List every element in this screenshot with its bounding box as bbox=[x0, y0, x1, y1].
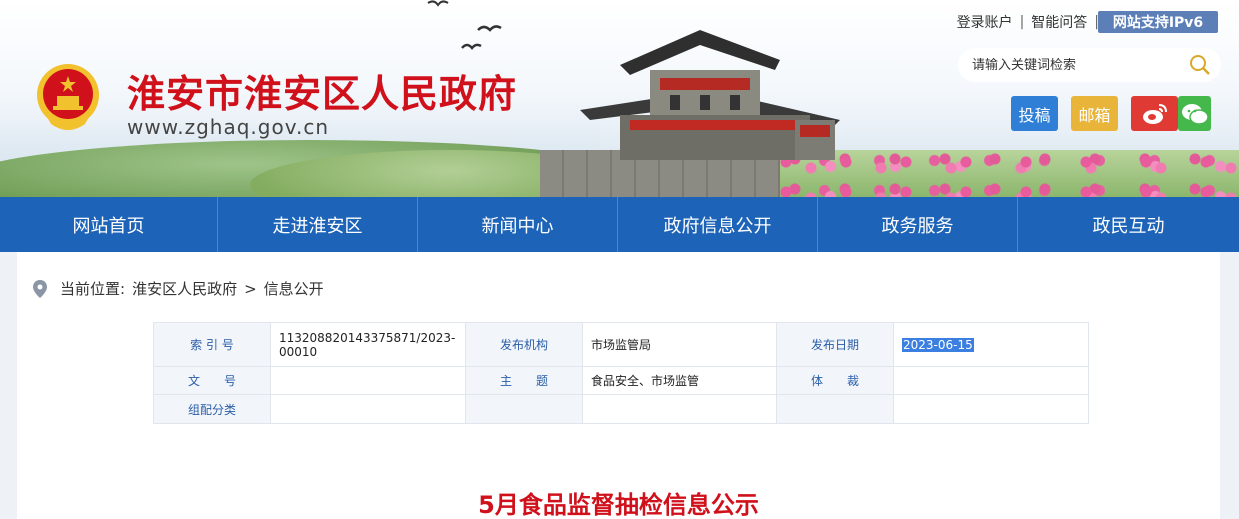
nav-services[interactable]: 政务服务 bbox=[818, 197, 1018, 252]
weibo-button[interactable] bbox=[1131, 96, 1178, 131]
publish-date-cell: 2023-06-15 bbox=[893, 322, 1089, 367]
divider: | bbox=[1019, 14, 1025, 30]
top-links: 登录账户 | 智能问答 | bbox=[957, 12, 1099, 32]
empty-cell bbox=[776, 394, 894, 424]
location-pin-icon bbox=[33, 279, 47, 298]
header-banner: 淮安市淮安区人民政府 www.zghaq.gov.cn 登录账户 | 智能问答 … bbox=[0, 0, 1239, 197]
site-title: 淮安市淮安区人民政府 bbox=[127, 72, 518, 116]
main-content: 当前位置: 淮安区人民政府 > 信息公开 索 引 号 1132088201433… bbox=[17, 252, 1220, 519]
breadcrumb-item[interactable]: 信息公开 bbox=[264, 278, 324, 299]
breadcrumb: 当前位置: 淮安区人民政府 > 信息公开 bbox=[33, 278, 324, 299]
index-no-label: 索 引 号 bbox=[153, 322, 271, 367]
site-url: www.zghaq.gov.cn bbox=[127, 115, 330, 139]
mailbox-button[interactable]: 邮箱 bbox=[1071, 96, 1118, 131]
nav-gov-info[interactable]: 政府信息公开 bbox=[618, 197, 818, 252]
category-label: 组配分类 bbox=[153, 394, 271, 424]
nav-interaction[interactable]: 政民互动 bbox=[1018, 197, 1239, 252]
wechat-icon bbox=[1181, 103, 1209, 125]
birds-decoration bbox=[427, 0, 502, 50]
empty-cell bbox=[893, 394, 1089, 424]
doc-no-value bbox=[270, 366, 466, 395]
search-icon[interactable] bbox=[1189, 54, 1211, 76]
subject-label: 主 题 bbox=[465, 366, 583, 395]
main-nav: 网站首页 走进淮安区 新闻中心 政府信息公开 政务服务 政民互动 bbox=[0, 197, 1239, 252]
doc-no-label: 文 号 bbox=[153, 366, 271, 395]
article-title: 5月食品监督抽检信息公示 bbox=[478, 491, 759, 519]
publish-date-label: 发布日期 bbox=[776, 322, 894, 367]
table-row: 文 号 主 题 食品安全、市场监管 体 裁 bbox=[153, 366, 1089, 395]
nav-about-district[interactable]: 走进淮安区 bbox=[218, 197, 418, 252]
tower-illustration bbox=[580, 30, 840, 160]
breadcrumb-separator: > bbox=[244, 279, 257, 298]
submit-article-button[interactable]: 投稿 bbox=[1011, 96, 1058, 131]
wechat-button[interactable] bbox=[1178, 96, 1211, 131]
empty-cell bbox=[582, 394, 777, 424]
search-box bbox=[958, 48, 1221, 82]
ipv6-badge: 网站支持IPv6 bbox=[1098, 11, 1218, 33]
nav-home[interactable]: 网站首页 bbox=[0, 197, 218, 252]
index-no-value: 113208820143375871/2023-00010 bbox=[270, 322, 466, 367]
weibo-icon bbox=[1142, 103, 1167, 124]
breadcrumb-prefix: 当前位置: bbox=[60, 280, 126, 298]
subject-value: 食品安全、市场监管 bbox=[582, 366, 777, 395]
genre-label: 体 裁 bbox=[776, 366, 894, 395]
smart-qa-link[interactable]: 智能问答 bbox=[1031, 12, 1087, 32]
category-value bbox=[270, 394, 466, 424]
table-row: 组配分类 bbox=[153, 394, 1089, 424]
info-meta-table: 索 引 号 113208820143375871/2023-00010 发布机构… bbox=[153, 322, 1089, 424]
nav-news[interactable]: 新闻中心 bbox=[418, 197, 618, 252]
publisher-label: 发布机构 bbox=[465, 322, 583, 367]
search-input[interactable] bbox=[972, 57, 1182, 73]
breadcrumb-item[interactable]: 淮安区人民政府 bbox=[132, 278, 237, 299]
publish-date-value: 2023-06-15 bbox=[902, 337, 974, 352]
genre-value bbox=[893, 366, 1089, 395]
national-emblem-icon bbox=[37, 64, 99, 130]
empty-cell bbox=[465, 394, 583, 424]
publisher-value: 市场监管局 bbox=[582, 322, 777, 367]
login-link[interactable]: 登录账户 bbox=[957, 12, 1013, 32]
table-row: 索 引 号 113208820143375871/2023-00010 发布机构… bbox=[153, 322, 1089, 367]
